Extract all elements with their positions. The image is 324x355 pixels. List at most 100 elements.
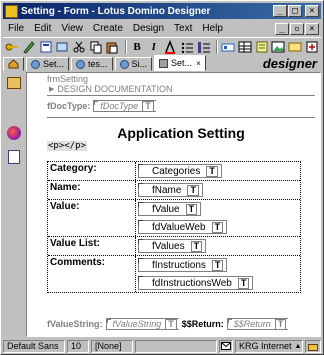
text-color-icon[interactable] (163, 39, 178, 54)
edit-icon[interactable] (22, 39, 37, 54)
bookmark-globe-icon[interactable] (5, 124, 23, 142)
menu-create[interactable]: Create (88, 23, 128, 34)
text-type-icon: T (237, 277, 250, 289)
status-bar: Default Sans 10 [None] KRG Internet ▲ (3, 339, 321, 353)
settings-table: Category: Categories T Name: fName T Value… (47, 161, 301, 293)
italic-button[interactable]: I (146, 39, 161, 54)
fdinstructionsweb-field[interactable]: fdInstructionsWeb T (138, 276, 254, 290)
divider (47, 95, 315, 96)
fvaluestring-label: fValueString: (47, 319, 103, 329)
status-size[interactable]: 10 (67, 339, 89, 353)
divider (47, 117, 315, 118)
action-icon[interactable] (304, 39, 319, 54)
bold-button[interactable]: B (130, 39, 145, 54)
bookmark-document-icon[interactable] (5, 148, 23, 166)
table-row: Category: Categories T (48, 162, 300, 181)
mdi-close-button[interactable]: × (305, 22, 319, 35)
menu-text[interactable]: Text (169, 23, 197, 34)
tab-setting-1[interactable]: Set... (26, 57, 70, 71)
image-icon[interactable] (271, 39, 286, 54)
bullet-list-icon[interactable] (180, 39, 195, 54)
status-message (135, 339, 217, 353)
tab-si[interactable]: Si... (114, 57, 153, 71)
properties-icon[interactable] (55, 39, 70, 54)
table-icon[interactable] (238, 39, 253, 54)
finstructions-field[interactable]: fInstructions T (138, 258, 228, 272)
name-label: Name: (48, 181, 136, 199)
bookmark-home-icon[interactable] (5, 74, 23, 92)
status-location-label: KRG Internet (239, 341, 292, 351)
value-list-label: Value List: (48, 237, 136, 255)
fname-field[interactable]: fName T (138, 183, 203, 197)
design-doc-section[interactable]: ▶ DESIGN DOCUMENTATION (49, 84, 173, 94)
tab-setting-active[interactable]: Set... × (154, 55, 206, 71)
text-type-icon: T (274, 318, 287, 330)
field-name: fValues (152, 240, 185, 252)
text-type-icon: T (185, 203, 198, 215)
toolbar-separator (216, 39, 219, 54)
fvalue-field[interactable]: fValue T (138, 202, 202, 216)
status-inbox-icon[interactable] (305, 339, 321, 353)
fdoctype-row: fDocType: fDocType T (47, 100, 156, 112)
menu-file[interactable]: File (3, 23, 29, 34)
close-button[interactable]: × (305, 5, 319, 17)
menu-help[interactable]: Help (197, 23, 228, 34)
status-mail-icon[interactable] (219, 339, 233, 353)
text-type-icon: T (190, 240, 203, 252)
window-tabs: Set... tes... Si... Set... × designer (3, 55, 321, 71)
fvaluestring-field[interactable]: fValueString T (105, 318, 179, 330)
status-location[interactable]: KRG Internet ▲ (235, 339, 303, 353)
fvalues-field[interactable]: fValues T (138, 239, 207, 253)
key-icon[interactable] (5, 39, 20, 54)
maximize-button[interactable]: □ (288, 5, 302, 17)
section-icon[interactable] (254, 39, 269, 54)
minimize-button[interactable]: _ (273, 5, 287, 17)
fdoctype-field[interactable]: fDocType T (93, 100, 156, 112)
tab-label: tes... (88, 59, 108, 69)
menu-edit[interactable]: Edit (29, 23, 56, 34)
text-type-icon: T (142, 100, 154, 112)
tab-label: Set... (43, 59, 65, 69)
database-icon[interactable] (38, 39, 53, 54)
fdvalueweb-field[interactable]: fdValueWeb T (138, 220, 228, 234)
copy-icon[interactable] (88, 39, 103, 54)
expand-triangle-icon[interactable]: ▶ (49, 85, 54, 93)
field-name: Categories (152, 165, 201, 177)
p-tag: <p></p> (47, 141, 87, 151)
numbered-list-icon[interactable] (196, 39, 211, 54)
app-icon (5, 4, 18, 18)
tab-workspace[interactable] (3, 57, 24, 71)
form-design-pane[interactable]: frmSetting ▶ DESIGN DOCUMENTATION fDocTy… (26, 72, 321, 337)
table-row: Comments: fInstructions T fdInstructionsW… (48, 256, 300, 292)
mdi-minimize-button[interactable]: _ (275, 22, 289, 35)
text-type-icon: T (211, 221, 224, 233)
designer-window: Setting - Form - Lotus Domino Designer _… (0, 0, 324, 355)
status-size-label: 10 (71, 341, 82, 351)
menu-design[interactable]: Design (128, 23, 169, 34)
menu-view[interactable]: View (56, 23, 88, 34)
status-style-label: [None] (95, 341, 122, 351)
mdi-controls: _ ▫ × (275, 22, 319, 35)
hotspot-icon[interactable] (288, 39, 303, 54)
paste-icon[interactable] (105, 39, 120, 54)
table-cell: fValues T (136, 237, 300, 255)
table-row: Value: fValue T fdValueWeb T (48, 200, 300, 237)
return-field[interactable]: $$Return T (226, 318, 289, 330)
table-cell: fValue T fdValueWeb T (136, 200, 300, 236)
tab-label: Set... (171, 58, 193, 68)
page-title: Application Setting (117, 125, 245, 141)
menu-bar: File Edit View Create Design Text Help _… (3, 20, 321, 37)
mdi-restore-button[interactable]: ▫ (290, 22, 304, 35)
status-style[interactable]: [None] (91, 339, 133, 353)
field-icon[interactable] (221, 39, 236, 54)
field-name: fValueString (112, 319, 162, 329)
status-font[interactable]: Default Sans (3, 339, 65, 353)
categories-field[interactable]: Categories T (138, 164, 222, 178)
tab-label: Si... (131, 59, 148, 69)
text-type-icon: T (206, 165, 218, 177)
table-cell: fInstructions T fdInstructionsWeb T (136, 256, 300, 292)
cut-icon[interactable] (72, 39, 87, 54)
database-tab-icon (31, 59, 40, 69)
tab-close-icon[interactable]: × (196, 59, 201, 68)
tab-tes[interactable]: tes... (71, 57, 113, 71)
